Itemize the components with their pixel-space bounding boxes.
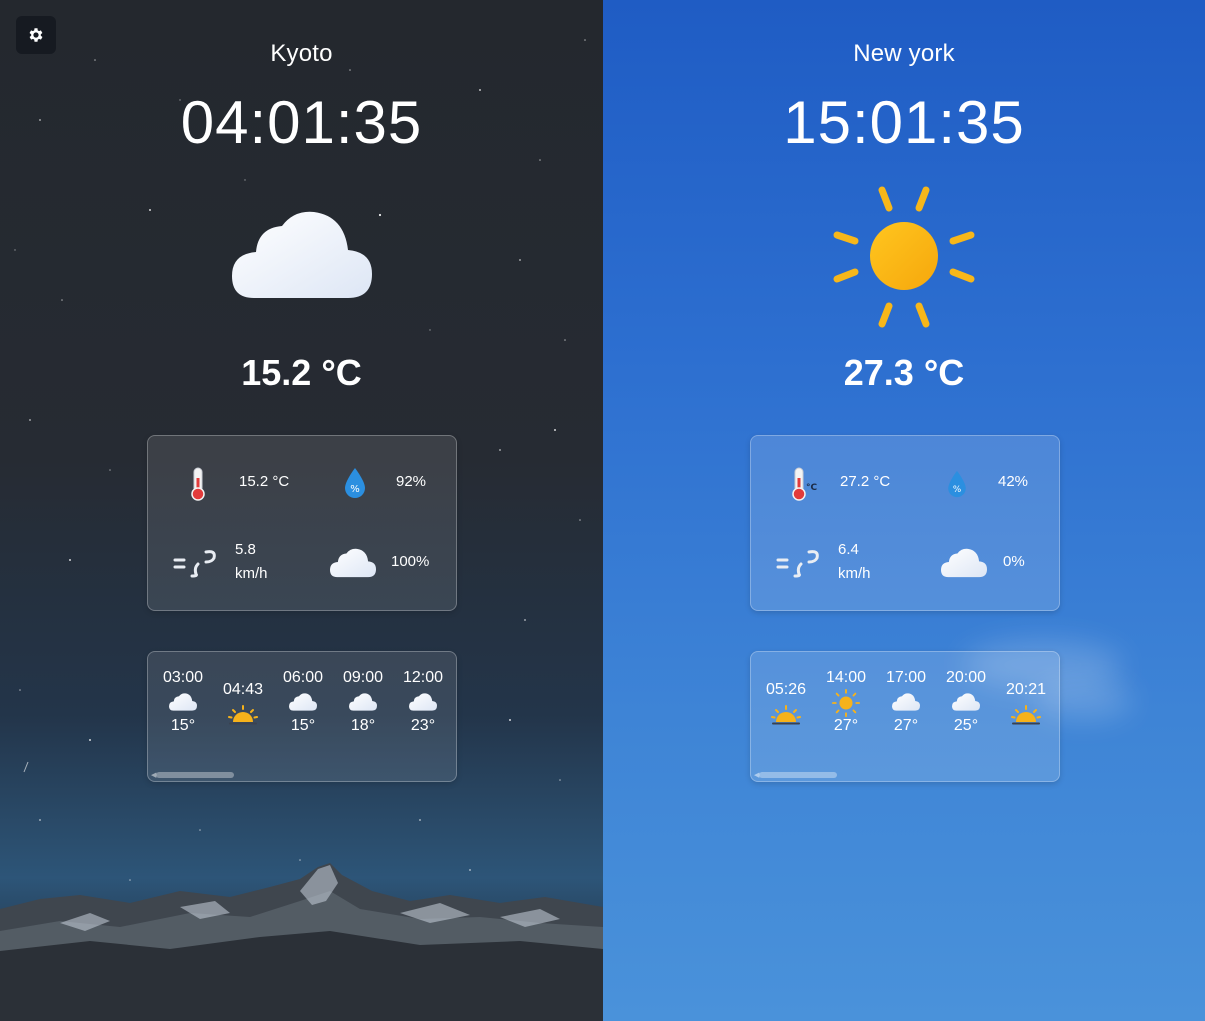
hour-temp: 27° xyxy=(893,717,919,734)
wind-speed-unit: km/h xyxy=(838,565,871,582)
hour-time: 04:43 xyxy=(222,681,264,698)
thermometer-celsius-icon: °C xyxy=(792,467,818,501)
cloud-cover-value: 100% xyxy=(391,553,430,570)
hour-temp: 25° xyxy=(953,717,979,734)
wind-speed: 5.8 km/h xyxy=(235,538,268,586)
city-name: Kyoto xyxy=(270,40,333,67)
wind-icon xyxy=(776,550,819,578)
humidity-icon: % xyxy=(345,468,365,498)
hour-time: 20:00 xyxy=(945,669,987,686)
hour-time: 20:21 xyxy=(1005,681,1047,698)
cloud-icon xyxy=(232,210,372,300)
sunrise-icon xyxy=(771,705,801,725)
city-panel-left: Kyoto 04:01:35 15.2 °C 15.2 °C % 92% 5.8 xyxy=(0,0,603,1021)
hour-time: 03:00 xyxy=(162,669,204,686)
hourly-item: 12:00 23° xyxy=(393,669,453,735)
hour-time: 06:00 xyxy=(282,669,324,686)
city-name: New york xyxy=(853,40,955,67)
humidity-value: 92% xyxy=(396,473,427,490)
settings-button[interactable] xyxy=(16,16,56,54)
cloud-icon xyxy=(169,693,197,711)
cloud-icon xyxy=(289,693,317,711)
hourly-item-sunset: 20:21 xyxy=(996,681,1056,727)
hourly-forecast-card[interactable]: 03:00 15° 04:43 06:00 15° 09:00 18° 12:0… xyxy=(147,651,457,782)
hourly-item: 20:00 25° xyxy=(936,669,996,735)
hourly-item-sunrise: 05:26 xyxy=(756,681,816,727)
hour-temp: 18° xyxy=(350,717,376,734)
weather-stats-card: 15.2 °C % 92% 5.8 km/h 100% xyxy=(147,435,457,611)
cloud-icon xyxy=(409,693,437,711)
current-temperature: 15.2 °C xyxy=(241,352,362,393)
local-time-clock: 15:01:35 xyxy=(783,89,1025,156)
hour-temp: 15° xyxy=(170,717,196,734)
hour-time: 09:00 xyxy=(342,669,384,686)
horizontal-scrollbar[interactable] xyxy=(156,772,234,778)
humidity-icon: % xyxy=(948,470,966,498)
mountain-range xyxy=(0,863,603,1021)
cloud-icon xyxy=(892,693,920,711)
hourly-item-sunrise: 04:43 xyxy=(213,681,273,727)
wind-speed-value: 5.8 xyxy=(235,541,256,558)
cloud-icon xyxy=(952,693,980,711)
sunrise-icon xyxy=(228,705,258,725)
wind-speed: 6.4 km/h xyxy=(838,538,871,586)
sun-icon xyxy=(832,689,860,717)
cloud-cover-value: 0% xyxy=(1003,553,1025,570)
hour-time: 12:00 xyxy=(402,669,444,686)
feels-like-temperature: 15.2 °C xyxy=(239,473,290,490)
hourly-item: 17:00 27° xyxy=(876,669,936,735)
hour-time: 14:00 xyxy=(825,669,867,686)
humidity-value: 42% xyxy=(998,473,1029,490)
wind-speed-value: 6.4 xyxy=(838,541,859,558)
svg-text:%: % xyxy=(953,485,961,495)
thermometer-icon xyxy=(191,467,205,501)
city-panel-right: New york 15:01:35 27.3 °C °C 27.2 °C % 4… xyxy=(603,0,1205,1021)
hourly-item: 03:00 15° xyxy=(153,669,213,735)
hourly-item: 09:00 18° xyxy=(333,669,393,735)
hour-temp: 27° xyxy=(833,717,859,734)
hour-time: 17:00 xyxy=(885,669,927,686)
hourly-item: 06:00 15° xyxy=(273,669,333,735)
hour-temp: 23° xyxy=(410,717,436,734)
cloud-cover-icon xyxy=(330,548,376,578)
weather-stats-card: °C 27.2 °C % 42% 6.4 km/h 0% xyxy=(750,435,1060,611)
local-time-clock: 04:01:35 xyxy=(180,89,423,156)
sun-icon xyxy=(833,186,975,328)
horizontal-scrollbar[interactable] xyxy=(759,772,837,778)
svg-text:°C: °C xyxy=(806,483,818,493)
feels-like-temperature: 27.2 °C xyxy=(840,473,891,490)
wind-speed-unit: km/h xyxy=(235,565,268,582)
gear-icon xyxy=(29,28,43,42)
sunset-icon xyxy=(1011,705,1041,725)
cloud-cover-icon xyxy=(941,548,987,578)
hourly-item: 14:00 27° xyxy=(816,669,876,735)
cloud-icon xyxy=(349,693,377,711)
svg-text:%: % xyxy=(350,484,360,495)
hour-temp: 15° xyxy=(290,717,316,734)
current-temperature: 27.3 °C xyxy=(843,352,965,393)
hour-time: 05:26 xyxy=(765,681,807,698)
hourly-forecast-card[interactable]: 05:26 14:00 27° 17:00 27° 20:00 25° 20:2… xyxy=(750,651,1060,782)
wind-icon xyxy=(173,550,216,578)
